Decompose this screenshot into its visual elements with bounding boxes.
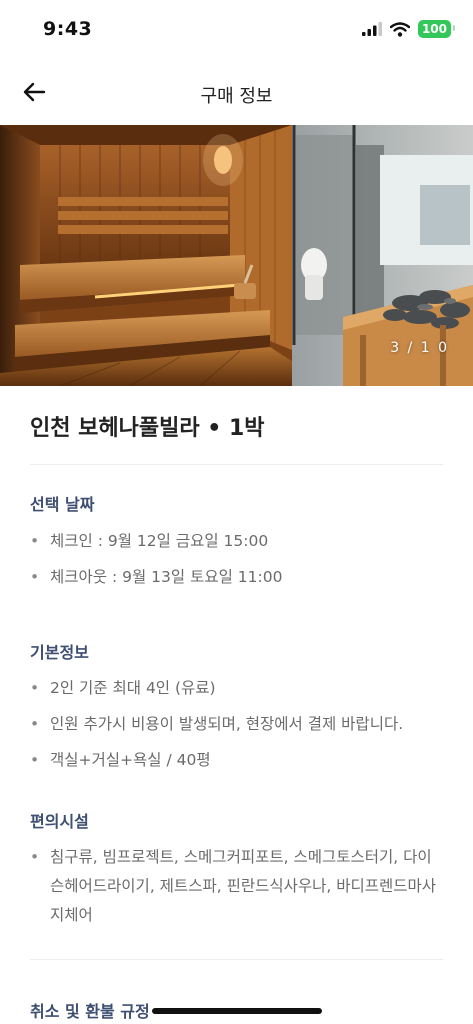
status-bar: 9:43 100	[0, 0, 473, 60]
list-item-text: 2인 기준 최대 4인 (유료)	[50, 679, 216, 697]
list-item-text: 침구류, 빔프로젝트, 스메그커피포트, 스메그토스터기, 다이슨헤어드라이기,…	[50, 848, 437, 924]
divider	[30, 464, 443, 465]
list-item-extra-charge: • 인원 추가시 비용이 발생되며, 현장에서 결제 바랍니다.	[30, 710, 440, 739]
bullet-dot: •	[30, 679, 40, 697]
status-icons: 100	[361, 20, 456, 38]
divider	[30, 959, 443, 960]
section-title-amenities: 편의시설	[30, 812, 89, 831]
list-item-checkin: • 체크인 : 9월 12일 금요일 15:00	[30, 527, 440, 556]
list-item-text: 체크아웃 : 9월 13일 토요일 11:00	[50, 568, 283, 586]
section-title-basic-info: 기본정보	[30, 643, 89, 662]
list-item-text: 체크인 : 9월 12일 금요일 15:00	[50, 532, 269, 550]
list-item-amenities: • 침구류, 빔프로젝트, 스메그커피포트, 스메그토스터기, 다이슨헤어드라이…	[30, 843, 440, 930]
wifi-icon	[389, 21, 410, 37]
bullet-dot: •	[30, 751, 40, 769]
list-item-text: 인원 추가시 비용이 발생되며, 현장에서 결제 바랍니다.	[50, 715, 404, 733]
list-item-checkout: • 체크아웃 : 9월 13일 토요일 11:00	[30, 563, 440, 592]
battery-icon: 100	[417, 20, 456, 38]
status-time: 9:43	[43, 18, 93, 40]
page-title: 구매 정보	[200, 86, 273, 107]
home-indicator	[152, 1008, 322, 1014]
list-item-capacity: • 2인 기준 최대 4인 (유료)	[30, 674, 440, 703]
hero-photo[interactable]: 3 / 1 0	[0, 125, 473, 386]
list-item-text: 객실+거실+욕실 / 40평	[50, 751, 211, 769]
bullet-dot: •	[30, 848, 40, 866]
bullet-dot: •	[30, 532, 40, 550]
photo-counter: 3 / 1 0	[390, 340, 449, 356]
section-title-selected-dates: 선택 날짜	[30, 495, 95, 514]
bullet-dot: •	[30, 568, 40, 586]
section-title-refund-policy[interactable]: 취소 및 환불 규정	[30, 998, 150, 1022]
list-item-room-size: • 객실+거실+욕실 / 40평	[30, 746, 440, 775]
product-title: 인천 보헤나풀빌라 • 1박	[30, 416, 265, 441]
bullet-dot: •	[30, 715, 40, 733]
cellular-signal-icon	[361, 22, 382, 36]
nav-bar: 구매 정보	[0, 60, 473, 124]
